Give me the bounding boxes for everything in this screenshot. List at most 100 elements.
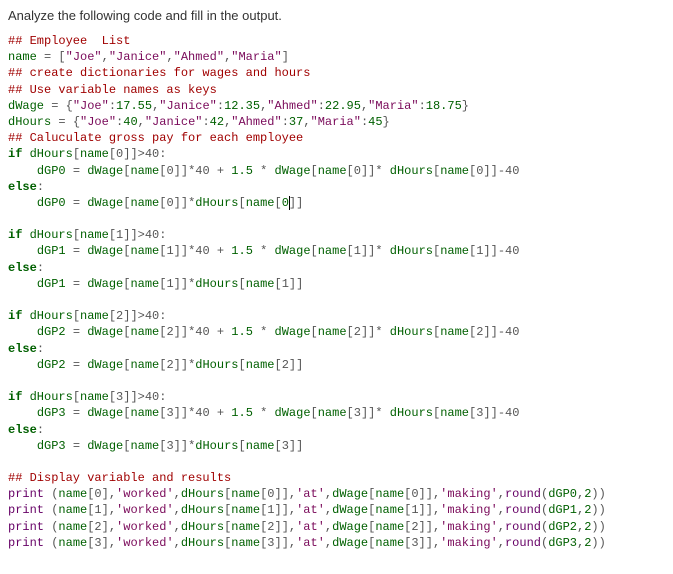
comma: , <box>109 520 116 534</box>
op: * <box>375 325 382 339</box>
comma: , <box>109 487 116 501</box>
paren: )) <box>591 536 605 550</box>
op: >40: <box>138 228 167 242</box>
identifier: name <box>375 503 404 517</box>
op: >40: <box>138 390 167 404</box>
identifier: dGP0 <box>548 487 577 501</box>
keyword-else: else <box>8 180 37 194</box>
bracket: ] <box>491 164 498 178</box>
identifier: dHours <box>390 164 433 178</box>
op: * <box>253 325 275 339</box>
identifier: dGP3 <box>548 536 577 550</box>
number: 37 <box>289 115 303 129</box>
op: = <box>66 439 88 453</box>
index: [2] <box>159 358 181 372</box>
op: -40 <box>498 244 520 258</box>
bracket: ] <box>130 228 137 242</box>
bracket: ] <box>426 503 433 517</box>
index: [3] <box>275 439 297 453</box>
op: = <box>66 406 88 420</box>
number: 45 <box>368 115 382 129</box>
bracket: ] <box>296 196 303 210</box>
comment-line: ## Use variable names as keys <box>8 83 217 97</box>
string-literal: 'making' <box>440 487 498 501</box>
number: 22.95 <box>325 99 361 113</box>
comma: , <box>138 115 145 129</box>
string-literal: 'at' <box>296 503 325 517</box>
identifier: name <box>440 406 469 420</box>
identifier: dWage <box>87 277 123 291</box>
identifier: dHours <box>195 196 238 210</box>
identifier: dGP3 <box>37 439 66 453</box>
identifier: dWage <box>275 406 311 420</box>
index: [0] <box>469 164 491 178</box>
bracket: ] <box>491 244 498 258</box>
bracket: ] <box>130 390 137 404</box>
bracket: [ <box>311 406 318 420</box>
identifier: dWage <box>87 325 123 339</box>
index: [1] <box>109 228 131 242</box>
index: [0] <box>87 487 109 501</box>
identifier: dWage <box>332 487 368 501</box>
identifier: name <box>130 196 159 210</box>
bracket: ] <box>426 487 433 501</box>
string-literal: "Maria" <box>368 99 418 113</box>
op: *40 <box>188 406 210 420</box>
colon: : <box>202 115 209 129</box>
index: [2] <box>275 358 297 372</box>
op: = <box>37 50 59 64</box>
index: [0] <box>109 147 131 161</box>
comma: , <box>109 536 116 550</box>
string-literal: "Maria" <box>311 115 361 129</box>
bracket: [ <box>311 164 318 178</box>
identifier: dWage <box>87 358 123 372</box>
identifier: name <box>130 164 159 178</box>
comma: , <box>174 487 181 501</box>
identifier: dHours <box>195 439 238 453</box>
op: * <box>253 406 275 420</box>
identifier: dWage <box>332 503 368 517</box>
comma: , <box>498 536 505 550</box>
identifier: dHours <box>30 147 73 161</box>
string-literal: "Janice" <box>109 50 167 64</box>
bracket: [ <box>275 196 282 210</box>
identifier: dHours <box>390 244 433 258</box>
identifier: dGP1 <box>37 244 66 258</box>
bracket: ] <box>491 406 498 420</box>
string-literal: "Joe" <box>66 50 102 64</box>
index: [0] <box>404 487 426 501</box>
identifier: name <box>8 50 37 64</box>
identifier: name <box>58 487 87 501</box>
bracket: [ <box>58 50 65 64</box>
colon: : <box>318 99 325 113</box>
string-literal: 'worked' <box>116 536 174 550</box>
print-call: print <box>8 487 44 501</box>
identifier: name <box>231 536 260 550</box>
bracket: ] <box>282 503 289 517</box>
identifier: dGP1 <box>548 503 577 517</box>
string-literal: "Ahmed" <box>231 115 281 129</box>
string-literal: "Janice" <box>159 99 217 113</box>
code-block: ## Employee List name = ["Joe","Janice",… <box>8 33 665 551</box>
op: *40 <box>188 244 210 258</box>
string-literal: 'worked' <box>116 520 174 534</box>
identifier: dWage <box>87 164 123 178</box>
identifier: dWage <box>332 520 368 534</box>
identifier: dHours <box>181 520 224 534</box>
identifier: name <box>246 439 275 453</box>
paren: )) <box>591 487 605 501</box>
comment-line: ## Display variable and results <box>8 471 231 485</box>
op: * <box>375 244 382 258</box>
identifier: name <box>375 487 404 501</box>
bracket: [ <box>239 277 246 291</box>
string-literal: 'at' <box>296 487 325 501</box>
index: [1] <box>404 503 426 517</box>
index: [1] <box>260 503 282 517</box>
keyword-if: if <box>8 228 22 242</box>
op: = <box>66 325 88 339</box>
colon: : <box>37 261 44 275</box>
index: [1] <box>159 277 181 291</box>
index: [0] <box>159 196 181 210</box>
identifier: dHours <box>390 406 433 420</box>
round-call: round <box>505 503 541 517</box>
